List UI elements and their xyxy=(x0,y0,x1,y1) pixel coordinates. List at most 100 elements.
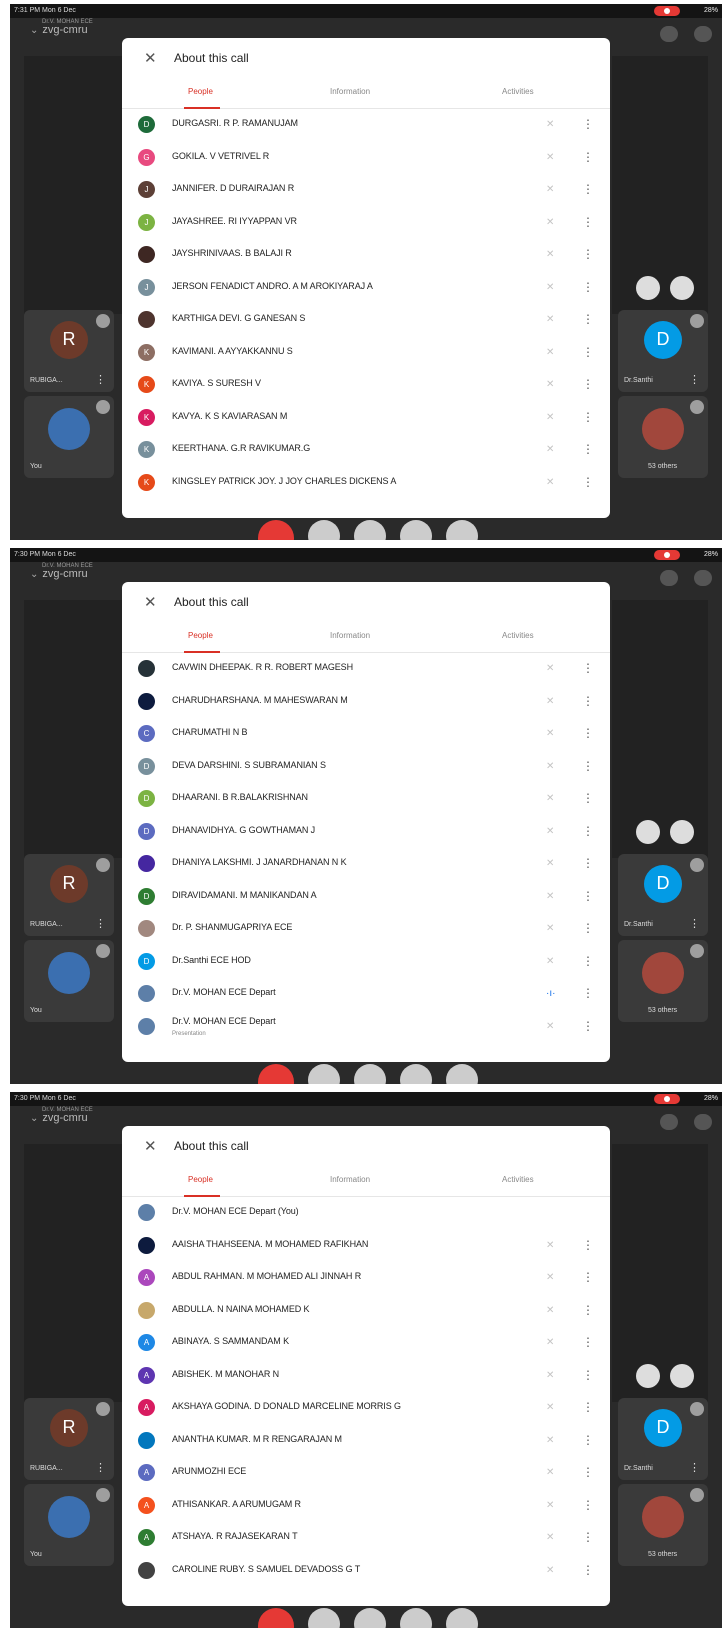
close-icon[interactable]: ✕ xyxy=(144,593,157,611)
more-options-icon[interactable]: ⋮ xyxy=(582,410,594,424)
more-options-icon[interactable]: ⋮ xyxy=(582,921,594,935)
more-options-icon[interactable]: ⋮ xyxy=(582,954,594,968)
hand-icon[interactable] xyxy=(400,1064,432,1084)
participant-row[interactable]: A ABISHEK. M MANOHAR N ✕ ⋮ xyxy=(122,1360,610,1392)
participant-tile-others[interactable]: 53 others xyxy=(618,396,708,478)
more-options-icon[interactable]: ⋮ xyxy=(582,150,594,164)
fullscreen-icon[interactable] xyxy=(670,820,694,844)
participant-tile-rubiga[interactable]: R RUBIGA... ⋮ xyxy=(24,854,114,936)
participant-row[interactable]: CAVWIN DHEEPAK. R R. ROBERT MAGESH ✕ ⋮ xyxy=(122,653,610,685)
meeting-header[interactable]: ⌄ zvg-cmru Dr.V. MOHAN ECE xyxy=(30,563,93,580)
end-call-button[interactable] xyxy=(258,1608,294,1628)
participant-row[interactable]: C CHARUMATHI N B ✕ ⋮ xyxy=(122,718,610,750)
camera-switch-icon[interactable] xyxy=(660,570,678,586)
more-options-icon[interactable]: ⋮ xyxy=(582,345,594,359)
participant-row[interactable]: K KAVYA. K S KAVIARASAN M ✕ ⋮ xyxy=(122,402,610,434)
participant-row[interactable]: D DEVA DARSHINI. S SUBRAMANIAN S ✕ ⋮ xyxy=(122,751,610,783)
tab-people[interactable]: People xyxy=(188,1175,213,1184)
more-options-icon[interactable]: ⋮ xyxy=(582,694,594,708)
participant-row[interactable]: A ATHISANKAR. A ARUMUGAM R ✕ ⋮ xyxy=(122,1490,610,1522)
participant-row[interactable]: A ABINAYA. S SAMMANDAM K ✕ ⋮ xyxy=(122,1327,610,1359)
fullscreen-icon[interactable] xyxy=(670,276,694,300)
tab-people[interactable]: People xyxy=(188,631,213,640)
participant-row[interactable]: CHARUDHARSHANA. M MAHESWARAN M ✕ ⋮ xyxy=(122,686,610,718)
more-options-icon[interactable]: ⋮ xyxy=(582,1563,594,1577)
end-call-button[interactable] xyxy=(258,520,294,540)
participant-row[interactable]: A ATSHAYA. R RAJASEKARAN T ✕ ⋮ xyxy=(122,1522,610,1554)
more-options-icon[interactable]: ⋮ xyxy=(582,117,594,131)
chevron-down-icon[interactable]: ⌄ xyxy=(30,25,38,36)
chevron-down-icon[interactable]: ⌄ xyxy=(30,1113,38,1124)
participant-row[interactable]: A ABDUL RAHMAN. M MOHAMED ALI JINNAH R ✕ ⋮ xyxy=(122,1262,610,1294)
camera-icon[interactable] xyxy=(308,1064,340,1084)
participant-tile-santhi[interactable]: D Dr.Santhi ⋮ xyxy=(618,1398,708,1480)
more-options-icon[interactable]: ⋮ xyxy=(582,312,594,326)
participant-tile-you[interactable]: You xyxy=(24,1484,114,1566)
participant-row[interactable]: D DHAARANI. B R.BALAKRISHNAN ✕ ⋮ xyxy=(122,783,610,815)
participant-row[interactable]: DHANIYA LAKSHMI. J JANARDHANAN N K ✕ ⋮ xyxy=(122,848,610,880)
participant-row[interactable]: A ARUNMOZHI ECE ✕ ⋮ xyxy=(122,1457,610,1489)
participant-row[interactable]: JAYSHRINIVAAS. B BALAJI R ✕ ⋮ xyxy=(122,239,610,271)
participant-row[interactable]: Dr. P. SHANMUGAPRIYA ECE ✕ ⋮ xyxy=(122,913,610,945)
more-options-icon[interactable]: ⋮ xyxy=(582,791,594,805)
participant-row[interactable]: K KAVIYA. S SURESH V ✕ ⋮ xyxy=(122,369,610,401)
more-options-icon[interactable]: ⋮ xyxy=(582,280,594,294)
more-options-icon[interactable]: ⋮ xyxy=(95,373,106,386)
participant-tile-rubiga[interactable]: R RUBIGA... ⋮ xyxy=(24,310,114,392)
more-options-icon[interactable]: ⋮ xyxy=(582,759,594,773)
participant-row[interactable]: Dr.V. MOHAN ECE Depart Presentation ✕ ⋮ xyxy=(122,1011,610,1043)
tab-information[interactable]: Information xyxy=(330,1175,370,1184)
participant-row[interactable]: D Dr.Santhi ECE HOD ✕ ⋮ xyxy=(122,946,610,978)
mic-icon[interactable] xyxy=(354,1064,386,1084)
participant-tile-others[interactable]: 53 others xyxy=(618,1484,708,1566)
participant-row[interactable]: CAROLINE RUBY. S SAMUEL DEVADOSS G T ✕ ⋮ xyxy=(122,1555,610,1587)
more-options-icon[interactable]: ⋮ xyxy=(582,986,594,1000)
more-options-icon[interactable]: ⋮ xyxy=(582,182,594,196)
more-options-icon[interactable]: ⋮ xyxy=(582,1433,594,1447)
more-options-icon[interactable]: ⋮ xyxy=(582,824,594,838)
participant-tile-santhi[interactable]: D Dr.Santhi ⋮ xyxy=(618,310,708,392)
more-options-icon[interactable]: ⋮ xyxy=(582,1303,594,1317)
hand-icon[interactable] xyxy=(400,520,432,540)
tab-information[interactable]: Information xyxy=(330,631,370,640)
more-options-icon[interactable]: ⋮ xyxy=(689,373,700,386)
participant-tile-others[interactable]: 53 others xyxy=(618,940,708,1022)
tab-activities[interactable]: Activities xyxy=(502,87,534,96)
participant-row[interactable]: KARTHIGA DEVI. G GANESAN S ✕ ⋮ xyxy=(122,304,610,336)
more-icon[interactable] xyxy=(446,520,478,540)
close-icon[interactable]: ✕ xyxy=(144,1137,157,1155)
participant-row[interactable]: D DIRAVIDAMANI. M MANIKANDAN A ✕ ⋮ xyxy=(122,881,610,913)
participant-row[interactable]: Dr.V. MOHAN ECE Depart (You) xyxy=(122,1197,610,1229)
more-options-icon[interactable]: ⋮ xyxy=(582,215,594,229)
more-options-icon[interactable]: ⋮ xyxy=(689,1461,700,1474)
participant-row[interactable]: K KAVIMANI. A AYYAKKANNU S ✕ ⋮ xyxy=(122,337,610,369)
camera-icon[interactable] xyxy=(308,1608,340,1628)
more-options-icon[interactable]: ⋮ xyxy=(582,1465,594,1479)
participant-row[interactable]: D DHANAVIDHYA. G GOWTHAMAN J ✕ ⋮ xyxy=(122,816,610,848)
more-options-icon[interactable]: ⋮ xyxy=(582,377,594,391)
close-icon[interactable]: ✕ xyxy=(144,49,157,67)
speaker-icon[interactable] xyxy=(694,570,712,586)
mic-icon[interactable] xyxy=(354,520,386,540)
more-options-icon[interactable]: ⋮ xyxy=(582,889,594,903)
pin-icon[interactable] xyxy=(636,1364,660,1388)
participant-row[interactable]: ANANTHA KUMAR. M R RENGARAJAN M ✕ ⋮ xyxy=(122,1425,610,1457)
more-options-icon[interactable]: ⋮ xyxy=(582,1335,594,1349)
participant-tile-rubiga[interactable]: R RUBIGA... ⋮ xyxy=(24,1398,114,1480)
more-options-icon[interactable]: ⋮ xyxy=(582,1270,594,1284)
more-icon[interactable] xyxy=(446,1064,478,1084)
tab-activities[interactable]: Activities xyxy=(502,1175,534,1184)
participant-tile-santhi[interactable]: D Dr.Santhi ⋮ xyxy=(618,854,708,936)
end-call-button[interactable] xyxy=(258,1064,294,1084)
participant-row[interactable]: AAISHA THAHSEENA. M MOHAMED RAFIKHAN ✕ ⋮ xyxy=(122,1230,610,1262)
tab-activities[interactable]: Activities xyxy=(502,631,534,640)
more-options-icon[interactable]: ⋮ xyxy=(582,661,594,675)
meeting-header[interactable]: ⌄ zvg-cmru Dr.V. MOHAN ECE xyxy=(30,19,93,36)
participant-row[interactable]: J JERSON FENADICT ANDRO. A M AROKIYARAJ A… xyxy=(122,272,610,304)
participant-row[interactable]: J JAYASHREE. RI IYYAPPAN VR ✕ ⋮ xyxy=(122,207,610,239)
participant-row[interactable]: G GOKILA. V VETRIVEL R ✕ ⋮ xyxy=(122,142,610,174)
fullscreen-icon[interactable] xyxy=(670,1364,694,1388)
tab-people[interactable]: People xyxy=(188,87,213,96)
participant-row[interactable]: ABDULLA. N NAINA MOHAMED K ✕ ⋮ xyxy=(122,1295,610,1327)
more-options-icon[interactable]: ⋮ xyxy=(95,1461,106,1474)
